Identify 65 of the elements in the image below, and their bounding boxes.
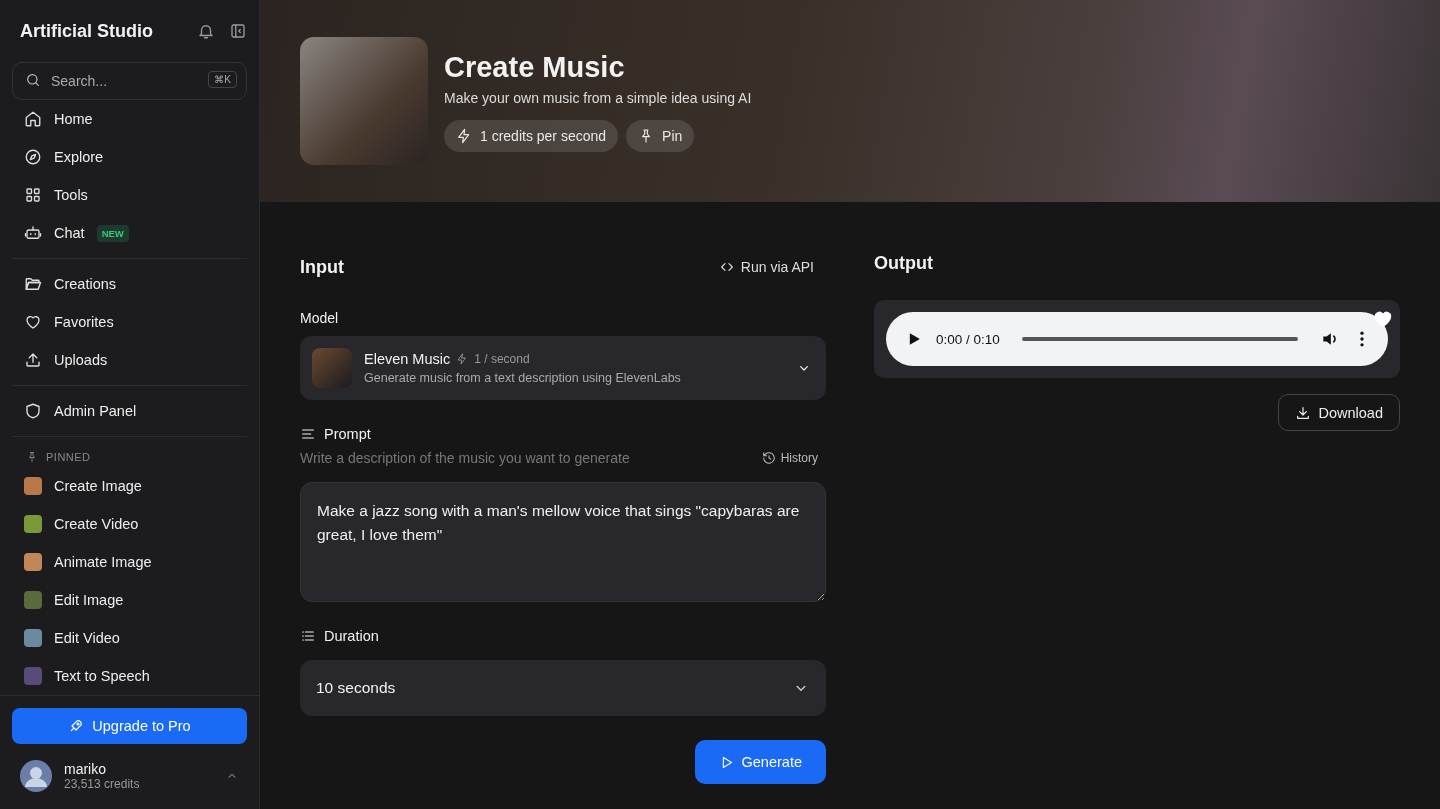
home-icon bbox=[24, 110, 42, 128]
pinned-item[interactable]: Text to Speech bbox=[12, 657, 247, 695]
heart-icon bbox=[24, 313, 42, 331]
pinned-item[interactable]: Create Video bbox=[12, 505, 247, 543]
field-label: Model bbox=[300, 310, 340, 326]
model-name: Eleven Music bbox=[364, 351, 451, 367]
progress-track[interactable] bbox=[1021, 337, 1298, 341]
nav-item[interactable]: Admin Panel bbox=[12, 392, 247, 430]
nav-item[interactable]: Tools bbox=[12, 176, 247, 214]
nav-item[interactable]: Explore bbox=[12, 138, 247, 176]
download-button[interactable]: Download bbox=[1277, 394, 1400, 431]
sidebar-toggle-icon[interactable] bbox=[229, 22, 247, 40]
nav-item[interactable]: Chat NEW bbox=[12, 214, 247, 252]
field-label: Duration bbox=[324, 628, 379, 644]
pin-icon bbox=[26, 451, 38, 463]
history-icon bbox=[761, 451, 776, 465]
shortcut-hint: ⌘K bbox=[208, 71, 237, 88]
search-icon bbox=[25, 72, 41, 88]
nav-item[interactable]: Favorites bbox=[12, 303, 247, 341]
list-icon bbox=[300, 628, 316, 644]
lightning-icon bbox=[456, 353, 469, 365]
upload-icon bbox=[24, 351, 42, 369]
api-link[interactable]: Run via API bbox=[718, 259, 814, 275]
app-title: Artificial Studio bbox=[20, 20, 154, 42]
bell-icon[interactable] bbox=[197, 22, 215, 40]
nav-item[interactable]: Home bbox=[12, 100, 247, 138]
nav-item[interactable]: Uploads bbox=[12, 341, 247, 379]
audio-player[interactable]: 0:00 / 0:10 bbox=[886, 312, 1388, 366]
folder-icon bbox=[24, 275, 42, 293]
page-subtitle: Make your own music from a simple idea using AI bbox=[444, 89, 752, 106]
chip[interactable]: 1 credits per second bbox=[444, 119, 619, 152]
new-badge: NEW bbox=[96, 224, 129, 242]
grid-icon bbox=[24, 186, 42, 204]
photo-placeholder bbox=[312, 348, 352, 388]
user-name: mariko bbox=[64, 761, 107, 777]
chip[interactable]: Pin bbox=[626, 119, 695, 152]
history-button[interactable]: History bbox=[761, 451, 826, 465]
pinned-item[interactable]: Create Image bbox=[12, 467, 247, 505]
section-heading: PINNED bbox=[46, 451, 91, 463]
model-description: Generate music from a text description using ElevenLabs bbox=[364, 371, 682, 385]
robot-icon bbox=[24, 224, 42, 242]
field-label: Prompt bbox=[324, 426, 371, 442]
time-display: 0:00 / 0:10 bbox=[936, 331, 1000, 347]
compass-icon bbox=[24, 148, 42, 166]
download-icon bbox=[1294, 404, 1311, 421]
section-title: Output bbox=[874, 253, 934, 274]
model-select[interactable]: Eleven Music 1 / second Generate music from a text description using ElevenLabs bbox=[300, 336, 826, 400]
rocket-icon bbox=[68, 718, 85, 734]
shield-icon bbox=[24, 402, 42, 420]
prompt-field[interactable]: Make a jazz song with a man's mellow voice that sings "capybaras are great, I love them" bbox=[300, 482, 826, 602]
lightning-icon bbox=[456, 127, 472, 144]
page-title: Create Music bbox=[444, 50, 626, 84]
upgrade-button[interactable]: Upgrade to Pro bbox=[12, 708, 247, 744]
credit-count: 23,513 credits bbox=[64, 777, 141, 791]
pinned-item[interactable]: Edit Video bbox=[12, 619, 247, 657]
field-hint: Write a description of the music you want to generate bbox=[300, 450, 630, 466]
generate-button[interactable]: Generate bbox=[694, 740, 826, 784]
nav-item[interactable]: Creations bbox=[12, 265, 247, 303]
pinned-item[interactable]: Edit Image bbox=[12, 581, 247, 619]
duration-select[interactable]: 10 seconds bbox=[300, 660, 826, 716]
avatar[interactable] bbox=[20, 760, 52, 792]
pinned-item[interactable]: Animate Image bbox=[12, 543, 247, 581]
text-lines-icon bbox=[300, 426, 316, 442]
section-title: Input bbox=[300, 256, 344, 278]
model-rate: 1 / second bbox=[474, 352, 530, 366]
